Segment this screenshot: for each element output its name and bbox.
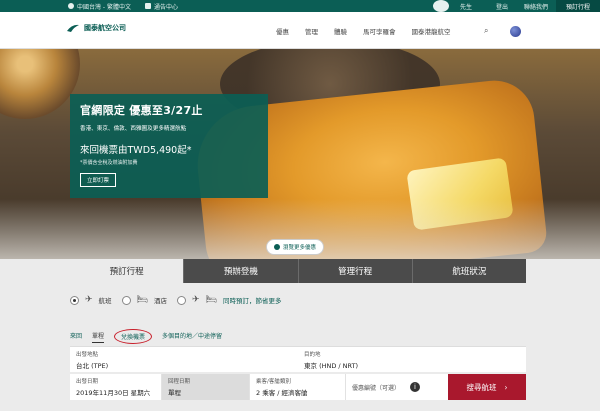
nav-item-offers[interactable]: 優惠 xyxy=(276,26,289,36)
depart-value: 2019年11月30日 星期六 xyxy=(76,389,151,397)
from-value: 台北 (TPE) xyxy=(76,362,109,370)
plane-icon: ✈ xyxy=(191,295,200,305)
region-selector[interactable]: 中國台灣 - 繁體中文 xyxy=(68,2,131,11)
logout-link[interactable]: 登出 xyxy=(488,0,516,12)
book-now-button[interactable]: 立即訂票 xyxy=(80,173,117,187)
from-field[interactable]: 出發地點 台北 (TPE) xyxy=(70,347,298,372)
route-row: 出發地點 台北 (TPE) 目的地 東京 (HND / NRT) xyxy=(70,346,526,372)
globe-icon xyxy=(68,2,74,9)
passenger-value: 2 乘客 / 經濟客艙 xyxy=(256,389,308,397)
return-date-field[interactable]: 回程日期 單程 xyxy=(162,374,250,400)
radio-flight-label: 航班 xyxy=(98,297,112,305)
hero-cup-image xyxy=(0,49,80,119)
more-offers-button[interactable]: 瀏覽更多優惠 xyxy=(266,239,325,255)
announcement-link[interactable]: 通告中心 xyxy=(144,2,178,11)
search-icon[interactable]: ⌕ xyxy=(484,26,488,36)
trip-multicity[interactable]: 多個目的地／中途停留 xyxy=(162,331,222,342)
user-icon xyxy=(432,0,449,12)
tab-check-in[interactable]: 預辦登機 xyxy=(183,259,298,283)
cathay-logo[interactable]: 國泰航空公司 xyxy=(66,23,126,33)
top-utility-bar: 中國台灣 - 繁體中文 通告中心 先生 登出 聯絡我們 預訂行程 xyxy=(0,0,600,12)
to-field[interactable]: 目的地 東京 (HND / NRT) xyxy=(298,347,526,372)
search-flights-button[interactable]: 搜尋航班 › xyxy=(448,374,526,400)
info-icon[interactable]: i xyxy=(410,382,421,392)
radio-hotel[interactable] xyxy=(121,295,131,305)
more-offers-label: 瀏覽更多優惠 xyxy=(283,245,317,251)
oneworld-icon[interactable] xyxy=(510,26,521,37)
tab-flight-status[interactable]: 航班狀況 xyxy=(411,259,526,283)
chevron-right-icon: › xyxy=(504,382,508,392)
booking-panel: ✈ 航班 🛏 酒店 ✈ 🛏 同時預訂，節省更多 來回 單程 兌換機票 多個目的地… xyxy=(70,283,526,411)
promo-code-field[interactable]: 優惠編號（可選） i xyxy=(346,374,448,400)
booking-tabs: 預訂行程 預辦登機 管理行程 航班狀況 xyxy=(70,259,526,283)
radio-flight-hotel-label: 同時預訂，節省更多 xyxy=(222,297,282,305)
chevron-icon xyxy=(274,244,280,250)
search-flights-label: 搜尋航班 xyxy=(466,382,497,392)
announcement-label: 通告中心 xyxy=(153,3,178,11)
nav-item-dragon[interactable]: 國泰港龍航空 xyxy=(412,26,451,36)
promo-headline: 官網限定 優惠至3/27止 xyxy=(80,104,203,117)
return-value: 單程 xyxy=(168,389,181,397)
bell-icon xyxy=(144,2,151,9)
promo-card: 官網限定 優惠至3/27止 香港、東京、倫敦、西雅圖及更多精選航點 來回機票由T… xyxy=(70,94,268,198)
depart-date-field[interactable]: 出發日期 2019年11月30日 星期六 xyxy=(70,374,162,400)
main-navigation: 國泰航空公司 優惠 管理 體驗 馬可孛羅會 國泰港龍航空 ⌕ xyxy=(0,12,600,49)
radio-flight-hotel[interactable] xyxy=(176,295,186,305)
bed-icon: 🛏 xyxy=(205,295,217,305)
nav-item-experience[interactable]: 體驗 xyxy=(334,26,347,36)
return-label: 回程日期 xyxy=(168,379,191,385)
trip-redeem[interactable]: 兌換機票 xyxy=(114,329,153,344)
nav-item-marco-polo[interactable]: 馬可孛羅會 xyxy=(363,26,396,36)
passenger-field[interactable]: 乘客/客艙類別 2 乘客 / 經濟客艙 xyxy=(250,374,346,400)
trip-oneway[interactable]: 單程 xyxy=(92,331,105,343)
radio-flight[interactable] xyxy=(70,295,79,305)
to-label: 目的地 xyxy=(304,352,321,358)
promo-note: *票價含全稅及燃油附加費 xyxy=(80,160,138,166)
bed-icon: 🛏 xyxy=(136,295,148,305)
tab-book-trip[interactable]: 預訂行程 xyxy=(70,259,184,283)
tab-manage[interactable]: 管理行程 xyxy=(297,259,412,283)
promo-code-label: 優惠編號（可選） xyxy=(352,384,401,392)
brushwing-icon xyxy=(67,24,79,32)
to-value: 東京 (HND / NRT) xyxy=(304,362,359,370)
logo-text: 國泰航空公司 xyxy=(84,24,126,32)
plane-icon: ✈ xyxy=(85,295,93,305)
promo-price: 來回機票由TWD5,490起* xyxy=(80,145,192,156)
book-trip-link[interactable]: 預訂行程 xyxy=(555,0,600,12)
depart-label: 出發日期 xyxy=(76,379,99,385)
region-label: 中國台灣 - 繁體中文 xyxy=(77,3,131,11)
nav-item-manage[interactable]: 管理 xyxy=(305,26,318,36)
greeting-label: 先生 xyxy=(459,3,472,11)
user-greeting[interactable]: 先生 xyxy=(425,0,488,12)
from-label: 出發地點 xyxy=(76,352,99,358)
contact-link[interactable]: 聯絡我們 xyxy=(516,0,556,12)
promo-destinations: 香港、東京、倫敦、西雅圖及更多精選航點 xyxy=(80,126,187,132)
trip-roundtrip[interactable]: 來回 xyxy=(70,331,82,342)
passenger-label: 乘客/客艙類別 xyxy=(256,379,291,385)
radio-hotel-label: 酒店 xyxy=(153,297,167,305)
